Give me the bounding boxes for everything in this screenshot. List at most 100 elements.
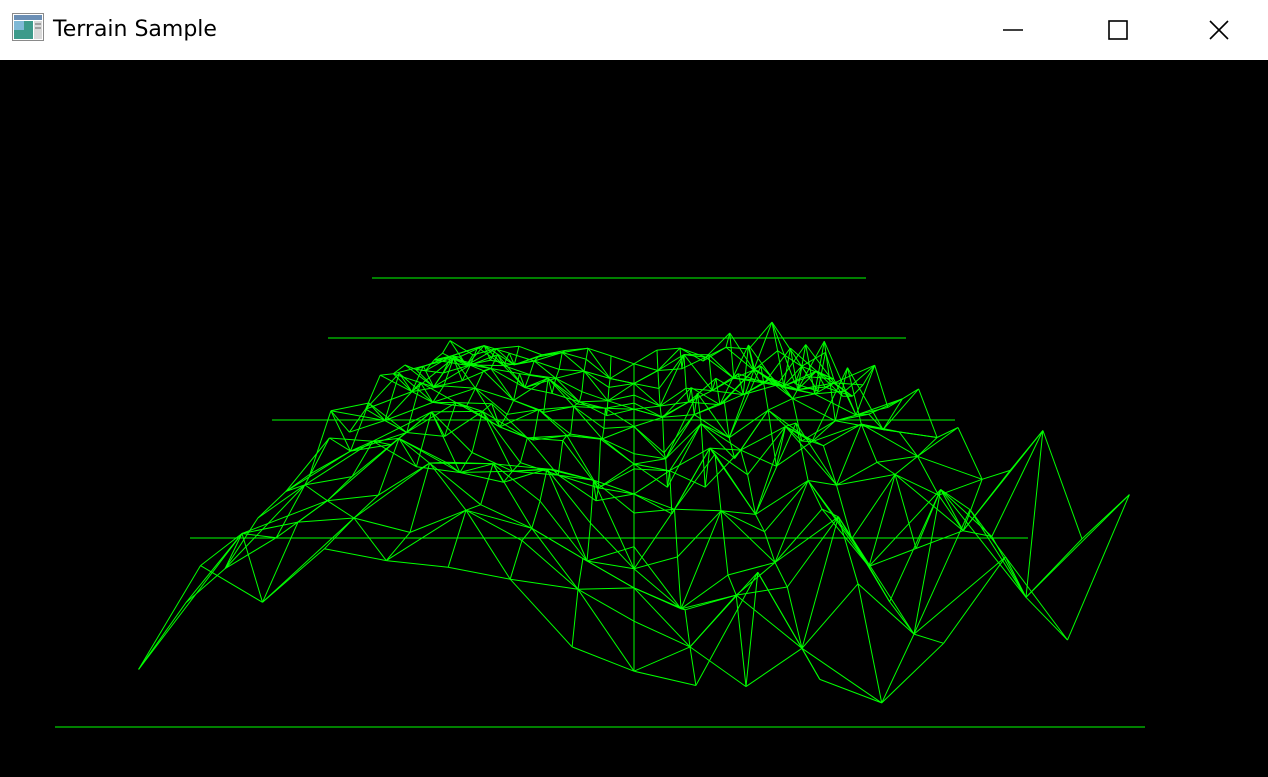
terrain-edge (583, 370, 610, 388)
terrain-edge (353, 517, 411, 533)
terrain-edge (633, 416, 663, 427)
terrain-edge (1025, 430, 1044, 598)
terrain-edge (590, 480, 594, 524)
close-icon (1209, 20, 1229, 40)
terrain-edge (490, 368, 515, 401)
terrain-edge (257, 491, 287, 519)
terrain-edge (881, 633, 915, 704)
terrain-edge (327, 494, 379, 502)
terrain-edge (513, 399, 539, 411)
terrain-edge (917, 427, 959, 457)
terrain-edge (590, 522, 635, 570)
terrain-edge (480, 463, 494, 505)
terrain-edge (915, 489, 942, 549)
terrain-edge (558, 352, 563, 370)
terrain-edge (492, 463, 533, 529)
terrain-edge (740, 449, 777, 467)
terrain-edge (262, 521, 299, 603)
terrain-edge (353, 462, 430, 519)
terrain-edge (704, 449, 742, 488)
terrain-edge (605, 407, 635, 410)
terrain-edge (577, 587, 635, 590)
terrain-edge (720, 510, 756, 515)
terrain-edge (559, 368, 585, 372)
title-bar[interactable]: Terrain Sample (0, 0, 1268, 60)
terrain-edge (532, 409, 540, 441)
terrain-wireframe (55, 277, 1145, 728)
terrain-edge (876, 461, 896, 475)
terrain-edge (677, 510, 722, 558)
terrain-edge (509, 540, 523, 580)
terrain-edge (531, 500, 541, 529)
terrain-edge (633, 370, 659, 384)
terrain-edge (297, 517, 355, 523)
terrain-edge (658, 388, 661, 407)
terrain-edge (700, 423, 706, 488)
terrain-edge (583, 359, 587, 372)
terrain-edge (609, 378, 635, 384)
close-button[interactable] (1170, 0, 1268, 60)
terrain-edge (586, 523, 591, 562)
terrain-edge (720, 510, 776, 563)
terrain-edge (814, 393, 857, 416)
terrain-edge (447, 510, 467, 568)
terrain-viewport[interactable] (0, 60, 1268, 777)
terrain-edge (735, 594, 803, 649)
terrain-edge (1005, 556, 1068, 641)
terrain-edge (981, 469, 1011, 480)
terrain-edge (748, 321, 773, 350)
terrain-edge (917, 437, 938, 457)
terrain-edge (543, 378, 549, 413)
terrain-edge (764, 480, 809, 533)
terrain-edge (285, 450, 351, 492)
terrain-edge (737, 373, 744, 395)
terrain-edge (465, 504, 481, 511)
terrain-edge (587, 347, 612, 357)
app-window: Terrain Sample (0, 0, 1268, 777)
terrain-edge (962, 479, 983, 531)
terrain-edge (700, 423, 741, 451)
terrain-edge (327, 500, 355, 519)
terrain-edge (555, 369, 560, 379)
terrain-edge (1042, 430, 1083, 540)
terrain-edge (834, 382, 864, 386)
terrain-edge (808, 480, 837, 486)
terrain-edge (677, 556, 682, 609)
terrain-edge (674, 508, 722, 512)
terrain-edge (518, 345, 543, 356)
maximize-button[interactable] (1065, 0, 1170, 60)
terrain-edge (913, 633, 944, 644)
terrain-edge (823, 423, 862, 447)
terrain-edge (745, 572, 759, 687)
terrain-edge (745, 647, 803, 688)
terrain-edge (807, 480, 823, 510)
minimize-button[interactable] (960, 0, 1065, 60)
terrain-edge (348, 408, 367, 433)
terrain-edge (719, 394, 744, 406)
terrain-edge (658, 354, 685, 389)
terrain-edge (519, 373, 549, 379)
terrain-edge (351, 440, 374, 477)
terrain-edge (767, 398, 793, 411)
terrain-edge (555, 377, 583, 393)
terrain-edge (605, 407, 635, 427)
terrain-edge (224, 484, 306, 569)
terrain-edge (1081, 494, 1130, 540)
terrain-edge (330, 402, 369, 412)
terrain-edge (597, 439, 601, 488)
terrain-edge (825, 352, 835, 380)
terrain-edge (851, 474, 896, 540)
terrain-edge (902, 388, 919, 400)
terrain-edge (729, 332, 735, 379)
terrain-edge (861, 423, 918, 457)
terrain-edge (431, 411, 473, 453)
terrain-edge (689, 646, 697, 686)
terrain-edge (898, 431, 918, 457)
terrain-edge (633, 363, 659, 371)
terrain-edge (442, 340, 451, 354)
terrain-edge (801, 420, 836, 442)
terrain-edge (538, 409, 568, 436)
terrain-edge (241, 533, 277, 539)
terrain-edge (801, 648, 821, 680)
window-title: Terrain Sample (53, 17, 217, 42)
